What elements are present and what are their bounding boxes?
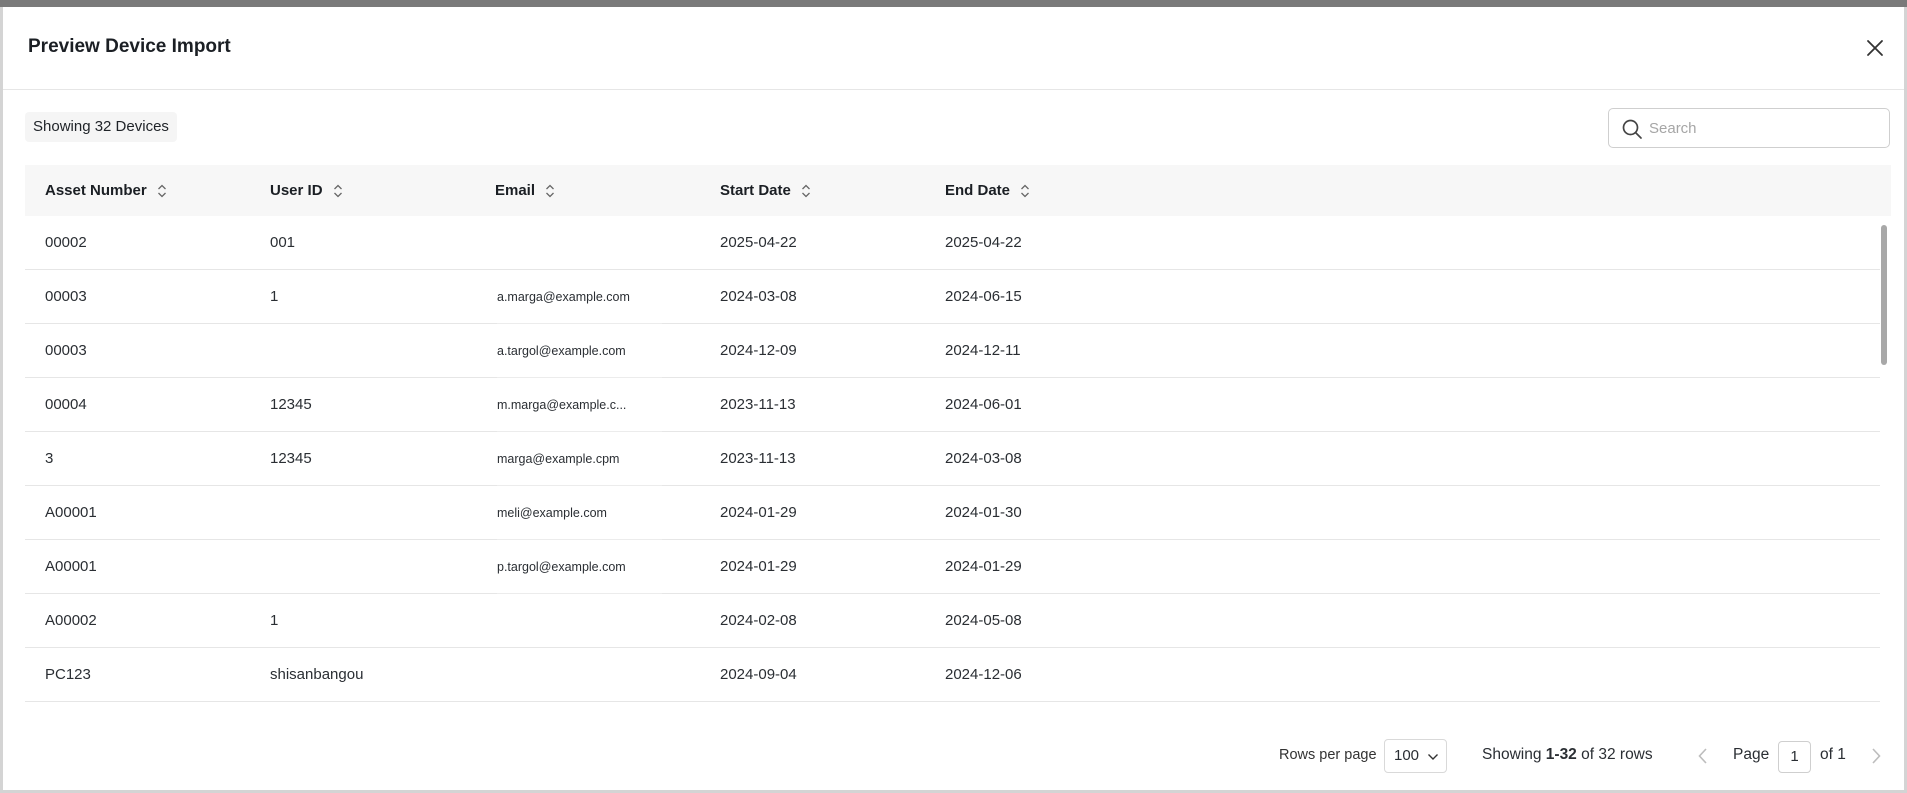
column-header-label: User ID <box>270 182 323 199</box>
cell-start-date: 2025-04-22 <box>720 234 797 251</box>
cell-asset-number: A00001 <box>45 504 97 521</box>
page-number-input[interactable]: 1 <box>1778 741 1811 773</box>
rows-summary-range: 1-32 <box>1545 746 1577 763</box>
chevron-down-icon <box>1428 754 1438 760</box>
rows-per-page-label: Rows per page <box>1279 747 1377 763</box>
cell-end-date: 2024-01-29 <box>945 558 1022 575</box>
previous-page-button[interactable] <box>1695 745 1711 767</box>
cell-end-date: 2024-12-11 <box>945 342 1021 359</box>
table-row[interactable]: 00003 a.targol@example.com 2024-12-09 20… <box>25 324 1880 378</box>
column-header-label: Start Date <box>720 182 791 199</box>
cell-start-date: 2023-11-13 <box>720 396 796 413</box>
rows-per-page-value: 100 <box>1394 747 1420 764</box>
table-header: Asset Number User ID Email Start Date En… <box>25 165 1891 216</box>
cell-asset-number: 00003 <box>45 342 87 359</box>
table-row[interactable]: A00001 meli@example.com 2024-01-29 2024-… <box>25 486 1880 540</box>
cell-end-date: 2024-06-01 <box>945 396 1022 413</box>
next-page-button[interactable] <box>1868 745 1884 767</box>
cell-start-date: 2024-02-08 <box>720 612 797 629</box>
cell-email: a.marga@example.com <box>497 270 662 324</box>
column-header-start-date[interactable]: Start Date <box>720 165 811 216</box>
cell-user-id: 12345 <box>270 450 312 467</box>
sort-icon <box>801 184 810 197</box>
chevron-right-icon <box>1872 748 1881 764</box>
rows-per-page-select[interactable]: 100 <box>1384 739 1447 773</box>
sort-icon <box>546 184 554 197</box>
cell-user-id: 1 <box>270 288 279 305</box>
search-box[interactable] <box>1608 108 1890 148</box>
sort-icon <box>333 184 342 197</box>
cell-start-date: 2023-11-13 <box>720 450 796 467</box>
cell-asset-number: A00002 <box>45 612 97 629</box>
close-button[interactable] <box>1861 34 1889 62</box>
column-header-label: Asset Number <box>45 182 147 199</box>
cell-email: meli@example.com <box>497 486 662 540</box>
table-row[interactable]: PC123 shisanbangou 2024-09-04 2024-12-06 <box>25 648 1880 702</box>
cell-asset-number: PC123 <box>45 666 91 683</box>
cell-asset-number: 3 <box>45 450 54 467</box>
table-scrollbar[interactable] <box>1881 225 1887 365</box>
cell-asset-number: 00003 <box>45 288 87 305</box>
device-table: Asset Number User ID Email Start Date En… <box>25 165 1891 708</box>
column-header-asset-number[interactable]: Asset Number <box>45 165 167 216</box>
cell-start-date: 2024-03-08 <box>720 288 797 305</box>
cell-end-date: 2024-06-15 <box>945 288 1022 305</box>
table-row[interactable]: A00001 p.targol@example.com 2024-01-29 2… <box>25 540 1880 594</box>
cell-end-date: 2024-05-08 <box>945 612 1022 629</box>
dialog-header: Preview Device Import <box>3 7 1904 90</box>
table-row[interactable]: A00002 1 2024-02-08 2024-05-08 <box>25 594 1880 648</box>
column-header-email[interactable]: Email <box>495 165 555 216</box>
device-count-badge: Showing 32 Devices <box>25 112 177 142</box>
cell-start-date: 2024-09-04 <box>720 666 797 683</box>
cell-email: marga@example.cpm <box>497 432 662 486</box>
cell-user-id: 1 <box>270 612 279 629</box>
column-header-user-id[interactable]: User ID <box>270 165 343 216</box>
rows-summary-suffix: of 32 rows <box>1581 746 1653 763</box>
cell-end-date: 2025-04-22 <box>945 234 1022 251</box>
cell-email: a.targol@example.com <box>497 324 662 378</box>
cell-end-date: 2024-12-06 <box>945 666 1022 683</box>
cell-email: p.targol@example.com <box>497 540 662 594</box>
rows-summary: Showing 1-32 of 32 rows <box>1482 746 1653 764</box>
close-icon <box>1867 40 1883 56</box>
cell-start-date: 2024-12-09 <box>720 342 797 359</box>
table-row[interactable]: 00002 001 2025-04-22 2025-04-22 <box>25 216 1880 270</box>
pagination-bar: Rows per page 100 Showing 1-32 of 32 row… <box>3 737 1907 777</box>
table-body: 00002 001 2025-04-22 2025-04-22 00003 1 … <box>25 216 1891 708</box>
page-total-label: of 1 <box>1820 746 1846 763</box>
table-row[interactable]: 00004 12345 m.marga@example.c... 2023-11… <box>25 378 1880 432</box>
cell-user-id: 12345 <box>270 396 312 413</box>
cell-start-date: 2024-01-29 <box>720 558 797 575</box>
page-label: Page <box>1733 746 1770 763</box>
search-icon <box>1622 119 1642 139</box>
column-header-label: End Date <box>945 182 1011 199</box>
sort-icon <box>1021 184 1029 197</box>
cell-end-date: 2024-01-30 <box>945 504 1022 521</box>
column-header-label: Email <box>495 182 536 199</box>
cell-email: m.marga@example.c... <box>497 378 662 432</box>
chevron-left-icon <box>1698 748 1707 764</box>
cell-asset-number: 00004 <box>45 396 87 413</box>
window-top-bar <box>0 0 1907 7</box>
cell-user-id: shisanbangou <box>270 666 364 683</box>
cell-asset-number: A00001 <box>45 558 97 575</box>
column-header-end-date[interactable]: End Date <box>945 165 1030 216</box>
cell-end-date: 2024-03-08 <box>945 450 1022 467</box>
rows-summary-prefix: Showing <box>1482 746 1542 763</box>
preview-dialog: Preview Device Import Showing 32 Devices… <box>0 7 1907 793</box>
table-row[interactable]: 3 12345 marga@example.cpm 2023-11-13 202… <box>25 432 1880 486</box>
cell-start-date: 2024-01-29 <box>720 504 797 521</box>
cell-asset-number: 00002 <box>45 234 87 251</box>
cell-user-id: 001 <box>270 234 296 251</box>
table-row[interactable]: 00003 1 a.marga@example.com 2024-03-08 2… <box>25 270 1880 324</box>
dialog-title: Preview Device Import <box>28 36 231 57</box>
sort-icon <box>157 184 166 197</box>
search-input[interactable] <box>1649 109 1885 147</box>
